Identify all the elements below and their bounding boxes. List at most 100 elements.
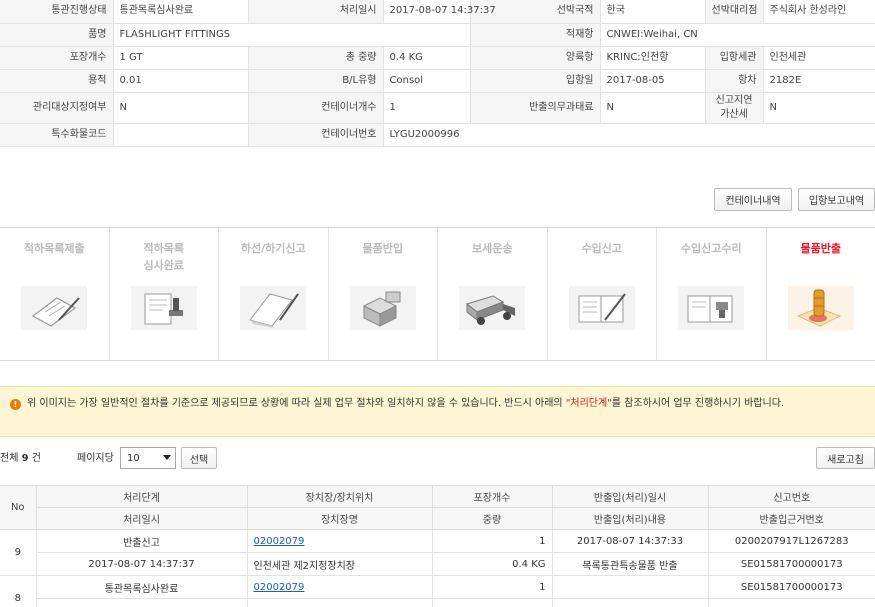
step-bonded-transport: 보세운송	[438, 228, 548, 360]
info-label: 품명	[0, 23, 114, 47]
seal-stamp-icon	[787, 286, 854, 330]
column-header: 장치장명	[247, 507, 433, 530]
cell-declaration-no: 0200207917L1267283	[708, 529, 875, 553]
info-value: 2017-08-07 14:37:37	[383, 0, 496, 24]
column-header: 처리단계	[36, 485, 248, 508]
arrival-report-button[interactable]: 입항보고내역	[798, 188, 875, 211]
step-import-declaration: 수입신고	[548, 228, 657, 360]
info-label: 컨테이너개수	[248, 92, 384, 124]
step-import-acceptance: 수입신고수리	[657, 228, 767, 360]
info-value: 2182E	[763, 69, 875, 93]
info-value: 0.01	[113, 69, 249, 93]
info-label: 항차	[705, 69, 764, 93]
step-label: 물품반입	[362, 242, 403, 255]
stamp-document-icon	[130, 286, 197, 330]
info-value	[113, 123, 249, 147]
process-steps: 적하목록제출 적하목록 심사완료 하선/하기신고 물품반입 보세운송 수입신고 …	[0, 227, 875, 361]
info-value: 한국	[600, 0, 706, 24]
info-value: N	[113, 92, 249, 124]
info-label: 관리대상지정여부	[0, 92, 114, 124]
cell-stage: 통관목록심사완료	[36, 575, 248, 599]
step-label: 물품반출	[800, 242, 841, 255]
select-button[interactable]: 선택	[181, 447, 217, 469]
step-label: 수입신고수리	[680, 242, 742, 255]
cell-processed-at	[36, 598, 248, 607]
cell-datetime	[552, 575, 709, 599]
info-value: FLASHLIGHT FITTINGS	[113, 23, 471, 47]
cell-stage: 반출신고	[36, 529, 248, 553]
table-row: 2017-08-07 14:37:37 인천세관 제2지정장치장 0.4 KG …	[0, 552, 875, 576]
column-header: 포장개수	[432, 485, 553, 508]
cell-processed-at: 2017-08-07 14:37:37	[36, 552, 248, 576]
step-label: 보세운송	[472, 242, 513, 255]
info-label: 신고지연가산세	[705, 92, 764, 124]
total-number: 9	[21, 453, 29, 464]
total-suffix: 건	[28, 453, 41, 464]
info-label: B/L유형	[248, 69, 384, 93]
step-goods-carry-out: 물품반출	[767, 228, 875, 360]
per-page-select[interactable]: 10	[120, 447, 176, 469]
cell-content	[552, 598, 709, 607]
info-label: 처리일시	[248, 0, 384, 24]
column-header: 반출입(처리)내용	[552, 507, 709, 530]
info-label: 선박대리점	[705, 0, 764, 24]
info-value: 주식회사 한성라인	[763, 0, 875, 24]
truck-icon	[459, 286, 526, 330]
refresh-button[interactable]: 새로고침	[816, 447, 875, 469]
table-header-row: 처리일시 장치장명 중량 반출입(처리)내용 반출입근거번호	[0, 507, 875, 530]
procedure-notice: ! 위 이미지는 가장 일반적인 절차를 기준으로 제공되므로 상황에 따라 실제…	[0, 386, 875, 437]
warning-icon: !	[10, 399, 21, 410]
column-header: 장치장/장치위치	[247, 485, 433, 508]
step-label: 하선/하기신고	[240, 242, 306, 255]
info-label: 입항세관	[705, 46, 764, 70]
notice-highlight: "처리단계"	[565, 398, 612, 409]
info-value: N	[763, 92, 875, 124]
info-row: 관리대상지정여부 N 컨테이너개수 1 반출의무과태료 N 신고지연가산세 N	[0, 92, 875, 124]
notice-text-end: 를 참조하시어 업무 진행하시기 바랍니다.	[611, 398, 785, 409]
info-value: KRINC:인천항	[600, 46, 706, 70]
info-value: N	[600, 92, 706, 124]
warehouse-code-link[interactable]: 02002079	[254, 582, 305, 593]
cell-package-count: 1	[432, 529, 553, 553]
warehouse-code-link[interactable]: 02002079	[254, 536, 305, 547]
notice-text: 위 이미지는 가장 일반적인 절차를 기준으로 제공되므로 상황에 따라 실제 …	[27, 398, 566, 409]
row-number: 9	[0, 529, 37, 576]
table-row: 8 통관목록심사완료 02002079 1 SE01581700000173	[0, 575, 875, 607]
info-label: 컨테이너번호	[248, 123, 384, 147]
container-list-button[interactable]: 컨테이너내역	[714, 188, 792, 211]
info-row: 품명 FLASHLIGHT FITTINGS 적재항 CNWEI:Weihai,…	[0, 23, 875, 47]
row-number: 8	[0, 575, 37, 607]
step-label: 적하목록제출	[23, 242, 85, 255]
info-value: 인천세관	[763, 46, 875, 70]
info-label: 적재항	[470, 23, 601, 47]
info-value: 1	[383, 92, 471, 124]
cell-weight: 0.4 KG	[432, 552, 553, 576]
cell-content: 목록통관특송물품 반출	[552, 552, 709, 576]
info-row: 포장개수 1 GT 총 중량 0.4 KG 양륙항 KRINC:인천항 입항세관…	[0, 46, 875, 70]
cell-basis-no	[708, 598, 875, 607]
column-header: 신고번호	[708, 485, 875, 508]
table-header-row: No 처리단계 장치장/장치위치 포장개수 반출입(처리)일시 신고번호	[0, 485, 875, 530]
cell-weight	[432, 598, 553, 607]
approved-book-icon	[678, 286, 745, 330]
info-value: LYGU2000996	[383, 123, 875, 147]
step-manifest-review: 적하목록 심사완료	[110, 228, 219, 360]
info-value: 통관목록심사완료	[113, 0, 249, 24]
info-label: 통관진행상태	[0, 0, 114, 24]
column-header: 반출입근거번호	[708, 507, 875, 530]
info-row: 통관진행상태 통관목록심사완료 처리일시 2017-08-07 14:37:37…	[0, 0, 875, 24]
info-label: 양륙항	[470, 46, 601, 70]
clipboard-icon	[21, 286, 88, 330]
info-value: Consol	[383, 69, 471, 93]
cell-datetime: 2017-08-07 14:37:33	[552, 529, 709, 553]
cell-warehouse-name: 인천세관 제2지정장치장	[247, 552, 433, 576]
per-page-label: 페이지당	[77, 453, 114, 464]
info-label: 용적	[0, 69, 114, 93]
table-row: 9 반출신고 02002079 1 2017-08-07 14:37:33 02…	[0, 529, 875, 576]
info-value: 0.4 KG	[383, 46, 471, 70]
cell-warehouse-name	[247, 598, 433, 607]
column-header-no: No	[0, 485, 37, 530]
step-unloading-report: 하선/하기신고	[219, 228, 329, 360]
info-value: 1 GT	[113, 46, 249, 70]
info-row: 용적 0.01 B/L유형 Consol 입항일 2017-08-05 항차 2…	[0, 69, 875, 93]
